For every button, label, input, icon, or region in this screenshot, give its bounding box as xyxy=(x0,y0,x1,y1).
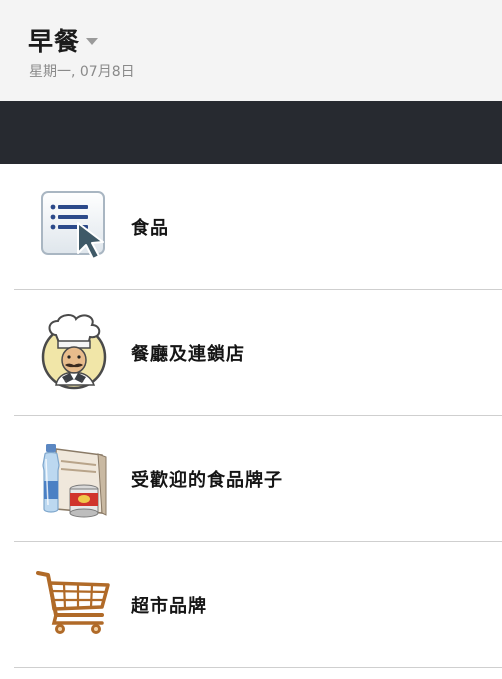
category-list: 食品 餐廳及連鎖店 受歡迎的食品牌子 超市品牌 xyxy=(0,164,502,668)
food-list-cursor-icon xyxy=(36,187,116,267)
list-item-label: 餐廳及連鎖店 xyxy=(131,344,245,365)
meal-title: 早餐 xyxy=(28,27,81,56)
header: 早餐 星期一, 07月8日 xyxy=(0,0,502,101)
date-label: 星期一, 07月8日 xyxy=(29,64,135,80)
shopping-cart-icon xyxy=(36,565,116,645)
chef-icon xyxy=(36,313,116,393)
list-item-food-brands[interactable]: 受歡迎的食品牌子 xyxy=(0,416,502,542)
list-item-restaurants[interactable]: 餐廳及連鎖店 xyxy=(0,290,502,416)
list-item-food[interactable]: 食品 xyxy=(0,164,502,290)
divider xyxy=(14,667,502,668)
food-brands-icon xyxy=(36,439,116,519)
meal-selector[interactable]: 早餐 xyxy=(28,22,99,58)
dropdown-caret-icon xyxy=(86,38,99,45)
list-item-label: 超市品牌 xyxy=(131,596,207,617)
list-item-supermarket-brands[interactable]: 超市品牌 xyxy=(0,542,502,668)
toolbar-bar xyxy=(0,101,502,164)
list-item-label: 受歡迎的食品牌子 xyxy=(131,470,283,491)
list-item-label: 食品 xyxy=(131,218,169,239)
